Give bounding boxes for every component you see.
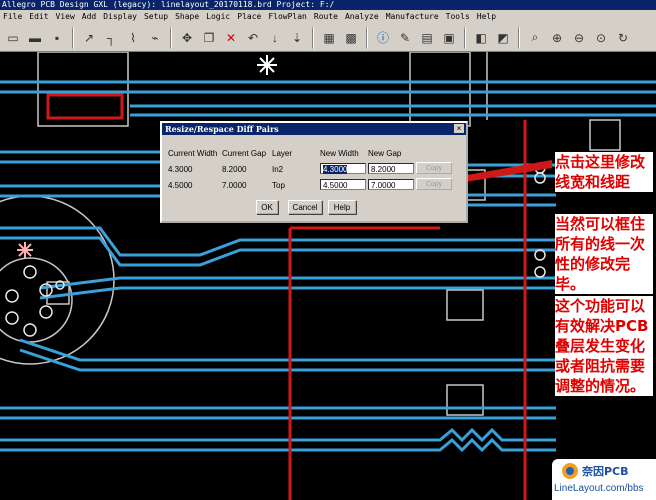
row2-new-gap-value: 7.0000 (371, 181, 396, 190)
pin-swap-icon[interactable]: ⇣ (287, 28, 307, 48)
menu-shape[interactable]: Shape (172, 10, 203, 24)
row2-current-width: 4.5000 (168, 181, 193, 190)
menu-file[interactable]: File (0, 10, 26, 24)
copy-icon[interactable]: ❐ (199, 28, 219, 48)
header-current-gap: Current Gap (222, 149, 267, 158)
layer-visibility-icon[interactable]: ◧ (471, 28, 491, 48)
toolbar: ▭ ▬ ▪ ↗ ┐ ⌇ ⌁ ✥ ❐ ✕ ↶ ↓ ⇣ ▦ ▩ ⓘ ✎ ▤ ▣ ◧ … (0, 24, 656, 52)
cancel-button[interactable]: Cancel (288, 200, 322, 214)
row2-current-gap: 7.0000 (222, 181, 247, 190)
header-new-width: New Width (320, 149, 359, 158)
help-button[interactable]: Help (328, 200, 356, 214)
layer-icon[interactable]: ▣ (439, 28, 459, 48)
menu-help[interactable]: Help (474, 10, 500, 24)
redraw-icon[interactable]: ↻ (613, 28, 633, 48)
toolbar-separator (72, 26, 74, 49)
watermark-name: 奈因PCB (582, 465, 629, 478)
row2-copy-button[interactable]: Copy (416, 178, 452, 190)
ok-button[interactable]: OK (256, 200, 278, 214)
undo-icon[interactable]: ↶ (243, 28, 263, 48)
info-icon[interactable]: ⓘ (373, 28, 393, 48)
menu-flowplan[interactable]: FlowPlan (265, 10, 311, 24)
menu-manufacture[interactable]: Manufacture (383, 10, 443, 24)
row1-copy-button[interactable]: Copy (416, 162, 452, 174)
header-layer: Layer (272, 149, 293, 158)
zoom-fit-icon[interactable]: ⌕ (525, 28, 545, 48)
menu-add[interactable]: Add (79, 10, 100, 24)
annotation-note-stackup: 这个功能可以有效解决PCB叠层发生变化或者阻抗需要调整的情况。 (555, 296, 653, 396)
menu-view[interactable]: View (53, 10, 79, 24)
zoom-in-icon[interactable]: ⊕ (547, 28, 567, 48)
menu-edit[interactable]: Edit (26, 10, 52, 24)
row2-new-width-value: 4.5000 (323, 181, 348, 190)
new-file-icon[interactable]: ▭ (3, 28, 23, 48)
row1-new-gap-value: 8.2000 (371, 165, 396, 174)
row1-new-width-value: 4.3000 (323, 165, 348, 174)
row1-new-width-input[interactable]: 4.3000 (320, 163, 366, 174)
custom-smooth-icon[interactable]: ⌁ (145, 28, 165, 48)
add-connect-icon[interactable]: ↗ (79, 28, 99, 48)
menu-logic[interactable]: Logic (203, 10, 234, 24)
row2-new-gap-input[interactable]: 7.0000 (368, 179, 414, 190)
zoom-out-icon[interactable]: ⊖ (569, 28, 589, 48)
row1-current-gap: 8.2000 (222, 165, 247, 174)
layer-sets-icon[interactable]: ◩ (493, 28, 513, 48)
open-folder-icon[interactable]: ▬ (25, 28, 45, 48)
pin-one-marker (17, 242, 33, 258)
delete-icon[interactable]: ✕ (221, 28, 241, 48)
logo-mark-icon (562, 463, 578, 479)
watermark-logo: 奈因PCB LineLayout.com/bbs (552, 459, 656, 500)
slide-icon[interactable]: ┐ (101, 28, 121, 48)
grid-icon[interactable]: ▤ (417, 28, 437, 48)
menu-tools[interactable]: Tools (443, 10, 474, 24)
toolbar-separator (518, 26, 520, 49)
menu-place[interactable]: Place (234, 10, 265, 24)
menu-display[interactable]: Display (100, 10, 141, 24)
toolbar-separator (464, 26, 466, 49)
header-current-width: Current Width (168, 149, 218, 158)
dialog-body: Current Width Current Gap Layer New Widt… (162, 135, 466, 221)
menu-analyze[interactable]: Analyze (342, 10, 383, 24)
resize-respace-dialog: Resize/Respace Diff Pairs × Current Widt… (160, 121, 468, 223)
row1-new-gap-input[interactable]: 8.2000 (368, 163, 414, 174)
window-title: Allegro PCB Design GXL (legacy): linelay… (0, 0, 656, 10)
origin-marker (257, 55, 277, 75)
delay-tune-icon[interactable]: ⌇ (123, 28, 143, 48)
row2-new-width-input[interactable]: 4.5000 (320, 179, 366, 190)
annotation-note-select-all: 当然可以框住所有的线一次性的修改完毕。 (555, 214, 653, 294)
watermark-url[interactable]: LineLayout.com/bbs (554, 483, 644, 494)
menu-setup[interactable]: Setup (141, 10, 172, 24)
toolbar-separator (170, 26, 172, 49)
pencil-icon[interactable]: ✎ (395, 28, 415, 48)
row2-layer: Top (272, 181, 285, 190)
redo-icon[interactable]: ↓ (265, 28, 285, 48)
shape-icon[interactable]: ▩ (341, 28, 361, 48)
row1-current-width: 4.3000 (168, 165, 193, 174)
header-new-gap: New Gap (368, 149, 402, 158)
dialog-title-text: Resize/Respace Diff Pairs (165, 124, 279, 134)
menu-bar: File Edit View Add Display Setup Shape Logic Pla… (0, 10, 656, 24)
annotation-note-modify: 点击这里修改线宽和线距 (555, 152, 653, 192)
color-icon[interactable]: ▦ (319, 28, 339, 48)
toolbar-separator (312, 26, 314, 49)
row1-layer: In2 (272, 165, 284, 174)
zoom-world-icon[interactable]: ⊙ (591, 28, 611, 48)
save-icon[interactable]: ▪ (47, 28, 67, 48)
toolbar-separator (366, 26, 368, 49)
close-icon[interactable]: × (454, 124, 464, 133)
menu-route[interactable]: Route (311, 10, 342, 24)
dialog-title: Resize/Respace Diff Pairs × (162, 123, 466, 135)
move-icon[interactable]: ✥ (177, 28, 197, 48)
